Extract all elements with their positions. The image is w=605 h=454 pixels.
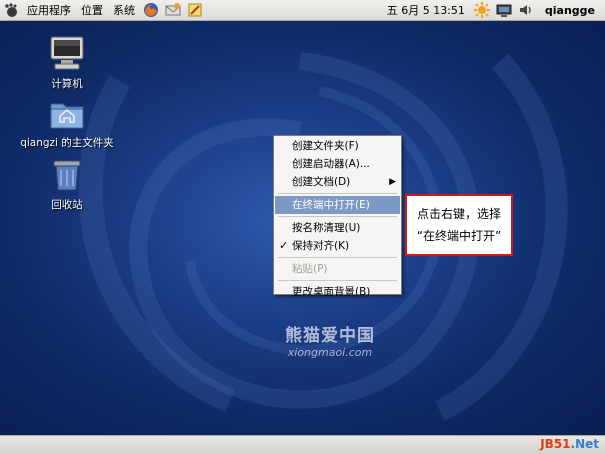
desktop-icon-computer[interactable]: 计算机 bbox=[17, 35, 117, 91]
menu-item-create-document[interactable]: 创建文档(D) ▶ bbox=[275, 173, 400, 191]
watermark-part-b: .Net bbox=[570, 437, 599, 451]
panel-clock[interactable]: 五 6月 5 13:51 bbox=[381, 2, 471, 18]
menu-system[interactable]: 系统 bbox=[108, 0, 140, 21]
panel-username[interactable]: qiangge bbox=[537, 4, 605, 17]
menu-applications[interactable]: 应用程序 bbox=[22, 0, 76, 21]
menu-item-label: 创建文档(D) bbox=[292, 176, 351, 188]
menu-item-label: 创建启动器(A)... bbox=[292, 158, 370, 170]
logo-chinese: 熊猫爱中国 bbox=[285, 326, 375, 346]
menu-item-clean-up-by-name[interactable]: 按名称清理(U) bbox=[275, 219, 400, 237]
menu-item-label: 更改桌面背景(B) bbox=[292, 286, 371, 298]
desktop-context-menu: 创建文件夹(F) 创建启动器(A)... 创建文档(D) ▶ 在终端中打开(E) … bbox=[273, 135, 402, 298]
bottom-panel: JB51.Net bbox=[0, 435, 605, 454]
watermark-part-a: JB51 bbox=[540, 437, 571, 451]
callout-line-2: “在终端中打开” bbox=[416, 229, 502, 243]
submenu-arrow-icon: ▶ bbox=[389, 177, 396, 187]
menu-item-create-folder[interactable]: 创建文件夹(F) bbox=[275, 137, 400, 155]
callout-line-1: 点击右键，选择 bbox=[416, 207, 501, 221]
menu-item-label: 粘贴(P) bbox=[292, 263, 328, 275]
desktop-icon-label: qiangzi 的主文件夹 bbox=[20, 137, 114, 149]
menu-separator bbox=[278, 216, 397, 217]
volume-icon[interactable] bbox=[518, 2, 534, 18]
checkmark-icon: ✓ bbox=[279, 239, 289, 252]
notes-launcher-icon[interactable] bbox=[187, 2, 203, 18]
desktop-icon-home-folder[interactable]: qiangzi 的主文件夹 bbox=[17, 98, 117, 150]
menu-separator bbox=[278, 193, 397, 194]
home-folder-icon bbox=[49, 103, 85, 133]
network-icon[interactable] bbox=[496, 2, 512, 18]
menu-item-label: 保持对齐(K) bbox=[292, 240, 350, 252]
update-notifier-icon[interactable] bbox=[473, 2, 490, 18]
menu-item-keep-aligned[interactable]: ✓ 保持对齐(K) bbox=[275, 237, 400, 255]
menu-item-paste: 粘贴(P) bbox=[275, 260, 400, 278]
logo-english: xiongmaoi.com bbox=[287, 346, 373, 359]
menu-item-create-launcher[interactable]: 创建启动器(A)... bbox=[275, 155, 400, 173]
menu-item-open-in-terminal[interactable]: 在终端中打开(E) bbox=[275, 196, 400, 214]
menu-item-label: 创建文件夹(F) bbox=[292, 140, 359, 152]
menu-item-label: 按名称清理(U) bbox=[292, 222, 361, 234]
computer-icon bbox=[48, 36, 86, 74]
annotation-callout: 点击右键，选择 “在终端中打开” bbox=[405, 194, 513, 256]
menu-separator bbox=[278, 257, 397, 258]
trash-icon bbox=[51, 160, 83, 195]
firefox-launcher-icon[interactable] bbox=[143, 2, 159, 18]
desktop-icon-trash[interactable]: 回收站 bbox=[17, 158, 117, 212]
mail-launcher-icon[interactable] bbox=[165, 2, 181, 18]
desktop-icon-label: 回收站 bbox=[51, 199, 83, 211]
menu-item-change-background[interactable]: 更改桌面背景(B) bbox=[275, 283, 400, 301]
corner-watermark: JB51.Net bbox=[540, 437, 599, 451]
site-logo-watermark: 熊猫爱中国 xiongmaoi.com bbox=[280, 321, 380, 359]
gnome-foot-icon[interactable] bbox=[3, 2, 19, 18]
menu-item-label: 在终端中打开(E) bbox=[292, 199, 370, 211]
menu-separator bbox=[278, 280, 397, 281]
menu-places[interactable]: 位置 bbox=[76, 0, 108, 21]
top-panel: 应用程序 位置 系统 五 6月 5 13:51 qiangge bbox=[0, 0, 605, 21]
desktop-icon-label: 计算机 bbox=[51, 78, 83, 90]
